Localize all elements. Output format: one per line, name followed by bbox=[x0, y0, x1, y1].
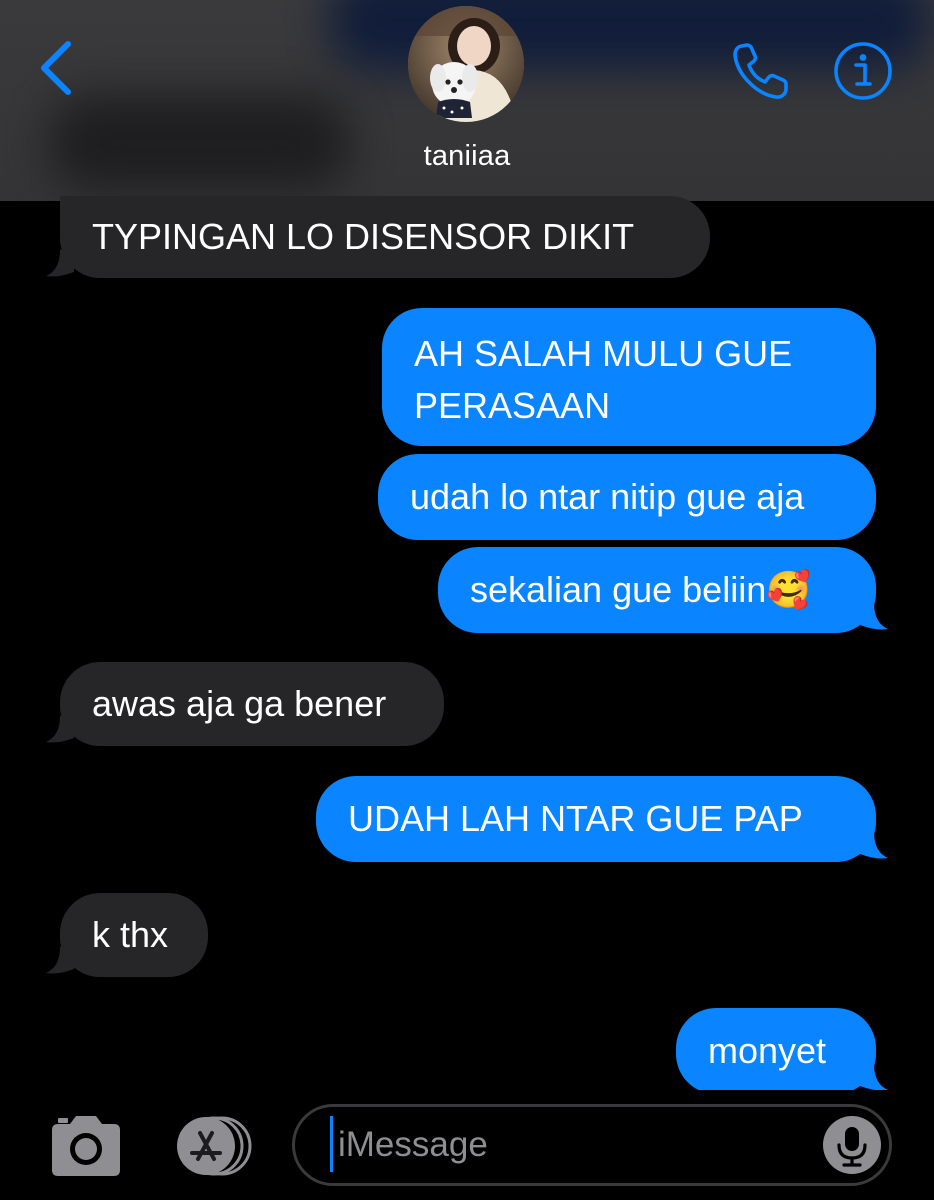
info-button[interactable] bbox=[832, 40, 894, 102]
conversation-header: taniiaa bbox=[0, 0, 934, 201]
bubble-tail bbox=[46, 941, 74, 974]
camera-button[interactable] bbox=[48, 1112, 124, 1178]
bubble-tail bbox=[860, 597, 888, 630]
message-bubble-incoming[interactable]: TYPINGAN LO DISENSOR DIKIT bbox=[60, 196, 710, 278]
camera-icon bbox=[52, 1116, 120, 1176]
message-text-line-1: AH SALAH MULU GUE bbox=[414, 333, 793, 374]
bubble-tail bbox=[46, 244, 74, 277]
message-text: TYPINGAN LO DISENSOR DIKIT bbox=[92, 216, 635, 257]
contact-avatar[interactable] bbox=[408, 6, 524, 122]
message-bubble-outgoing[interactable]: monyet bbox=[676, 1008, 876, 1094]
bubble-tail bbox=[46, 710, 74, 743]
avatar-photo bbox=[408, 6, 524, 122]
message-bubble-incoming[interactable]: k thx bbox=[60, 893, 208, 977]
text-cursor bbox=[330, 1116, 333, 1172]
message-bubble-outgoing[interactable]: UDAH LAH NTAR GUE PAP bbox=[316, 776, 876, 862]
message-bubble-incoming[interactable]: awas aja ga bener bbox=[60, 662, 444, 746]
message-text: k thx bbox=[92, 914, 169, 955]
message-text: monyet bbox=[708, 1030, 827, 1071]
microphone-icon bbox=[823, 1116, 881, 1174]
message-text: UDAH LAH NTAR GUE PAP bbox=[348, 798, 803, 839]
message-bubble-outgoing[interactable]: AH SALAH MULU GUE PERASAAN bbox=[382, 308, 876, 446]
message-text: udah lo ntar nitip gue aja bbox=[410, 476, 805, 517]
message-bubble-outgoing[interactable]: udah lo ntar nitip gue aja bbox=[378, 454, 876, 540]
back-button[interactable] bbox=[34, 38, 78, 98]
censor-blur-left bbox=[50, 95, 350, 190]
message-text: awas aja ga bener bbox=[92, 683, 387, 724]
bubble-tail bbox=[860, 826, 888, 859]
app-store-icon bbox=[177, 1116, 252, 1176]
message-text: sekalian gue beliin🥰 bbox=[470, 569, 812, 610]
messages-screen: taniiaa TYPINGAN LO DISENSOR DIKIT AH SA… bbox=[0, 0, 934, 1200]
info-icon bbox=[834, 42, 892, 100]
phone-icon bbox=[733, 43, 788, 99]
message-text-line-2: PERASAAN bbox=[414, 385, 611, 426]
contact-name[interactable]: taniiaa bbox=[367, 140, 567, 173]
imessage-placeholder: iMessage bbox=[338, 1125, 488, 1164]
bubble-tail bbox=[860, 1058, 888, 1091]
message-bubble-outgoing[interactable]: sekalian gue beliin🥰 bbox=[438, 547, 876, 633]
microphone-button[interactable] bbox=[822, 1115, 882, 1175]
app-store-button[interactable] bbox=[170, 1115, 260, 1177]
call-button[interactable] bbox=[728, 38, 794, 104]
chevron-left-icon bbox=[41, 41, 71, 95]
